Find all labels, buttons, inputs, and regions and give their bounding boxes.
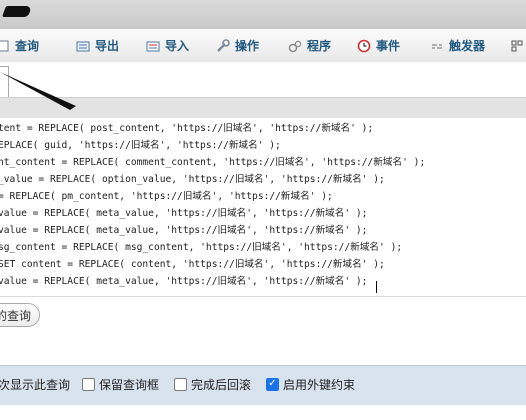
code-line: value = REPLACE( meta_value, 'https://旧域… xyxy=(0,276,368,287)
code-line: EPLACE( guid, 'https://旧域名', 'https://新域… xyxy=(0,140,281,151)
foreign-keys-checkbox[interactable]: ✓ xyxy=(266,377,279,391)
keep-box-option[interactable]: 保留查询框 xyxy=(82,376,159,392)
tab-operations[interactable]: 操作 xyxy=(216,29,259,62)
sql-editor[interactable]: tent = REPLACE( post_content, 'https://旧… xyxy=(0,118,526,297)
show-again-option: 次显示此查询 xyxy=(0,376,70,392)
query-button[interactable]: 的查询 xyxy=(0,303,40,327)
logo xyxy=(1,6,33,17)
wrench-icon xyxy=(216,38,230,53)
tab-import[interactable]: 导入 xyxy=(146,29,189,62)
show-again-label: 次显示此查询 xyxy=(0,377,71,392)
tab-query-label: 查询 xyxy=(15,39,40,53)
tab-events-label: 事件 xyxy=(376,39,401,53)
code-line: value = REPLACE( meta_value, 'https://旧域… xyxy=(0,225,368,236)
rollback-checkbox[interactable] xyxy=(174,377,187,391)
rollback-option[interactable]: 完成后回滚 xyxy=(174,376,251,392)
code-line: = REPLACE( pm_content, 'https://旧域名', 'h… xyxy=(0,191,333,202)
more-icon[interactable] xyxy=(510,29,524,62)
clock-icon xyxy=(357,39,371,53)
tab-operations-label: 操作 xyxy=(235,39,260,53)
code-line: value = REPLACE( meta_value, 'https://旧域… xyxy=(0,208,368,219)
keep-box-label: 保留查询框 xyxy=(99,377,160,392)
query-icon xyxy=(0,39,10,53)
code-line: SET content = REPLACE( content, 'https:/… xyxy=(0,259,385,270)
tab-query[interactable]: 查询 xyxy=(0,29,39,62)
foreign-keys-label: 启用外键约束 xyxy=(283,377,356,392)
rollback-label: 完成后回滚 xyxy=(191,377,252,392)
tab-triggers[interactable]: 触发器 xyxy=(430,29,485,62)
tab-export-label: 导出 xyxy=(95,39,120,53)
tab-export[interactable]: 导出 xyxy=(76,29,119,62)
title-bar xyxy=(0,0,526,29)
routines-icon xyxy=(288,39,302,53)
trigger-icon xyxy=(430,39,444,53)
query-options: 次显示此查询 保留查询框 完成后回滚 ✓ 启用外键约束 xyxy=(0,365,526,406)
code-line: sg_content = REPLACE( msg_content, 'http… xyxy=(0,242,403,253)
tab-events[interactable]: 事件 xyxy=(357,29,400,62)
export-icon xyxy=(76,39,90,53)
toolbar: 查询 导出 导入 操作 程序 事件 触发器 xyxy=(0,29,526,63)
import-icon xyxy=(146,39,160,53)
tab-import-label: 导入 xyxy=(165,39,190,53)
code-line: nt_content = REPLACE( comment_content, '… xyxy=(0,157,426,168)
footer xyxy=(0,405,526,420)
tab-routines[interactable]: 程序 xyxy=(288,29,331,62)
annotation-arrow-icon xyxy=(0,72,76,110)
tab-triggers-label: 触发器 xyxy=(449,39,486,53)
text-cursor xyxy=(376,276,377,295)
foreign-keys-option[interactable]: ✓ 启用外键约束 xyxy=(266,376,355,392)
code-line: _value = REPLACE( option_value, 'https:/… xyxy=(0,174,385,185)
tab-routines-label: 程序 xyxy=(307,39,332,53)
code-line: tent = REPLACE( post_content, 'https://旧… xyxy=(0,123,374,134)
keep-box-checkbox[interactable] xyxy=(82,377,95,391)
